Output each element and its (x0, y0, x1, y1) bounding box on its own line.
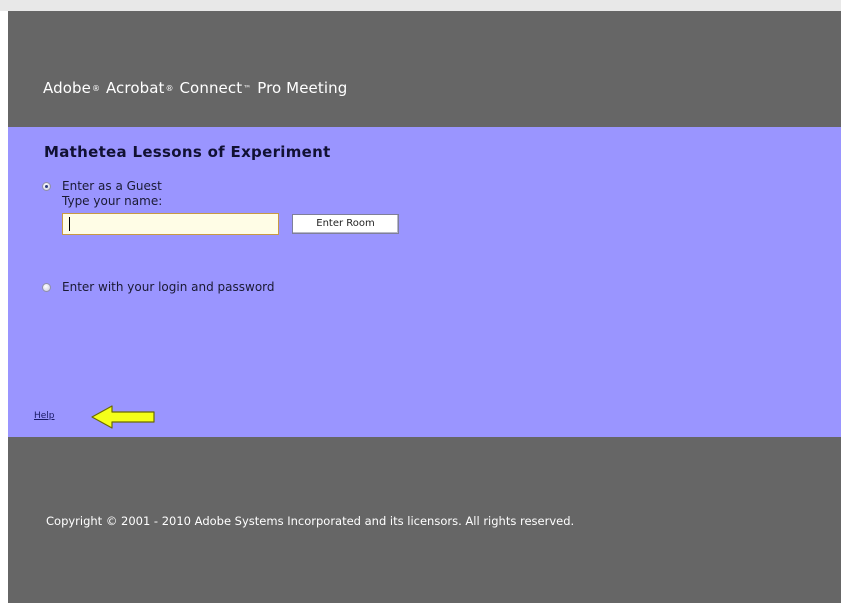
meeting-title: Mathetea Lessons of Experiment (44, 143, 331, 161)
brand-adobe: Adobe (43, 79, 91, 97)
login-radio[interactable] (42, 283, 51, 292)
brand-connect: Connect (179, 79, 243, 97)
registered-mark: ® (165, 84, 174, 93)
name-prompt-label: Type your name: (62, 194, 163, 208)
guest-option-label[interactable]: Enter as a Guest (62, 179, 162, 193)
registered-mark: ® (91, 84, 101, 93)
brand-title: Adobe® Acrobat® Connect™ Pro Meeting (43, 79, 347, 97)
header-bar: Adobe® Acrobat® Connect™ Pro Meeting (8, 11, 841, 127)
login-panel: Mathetea Lessons of Experiment Enter as … (8, 127, 841, 437)
copyright-text: Copyright © 2001 - 2010 Adobe Systems In… (46, 514, 575, 528)
brand-acrobat: Acrobat (105, 79, 165, 97)
trademark-mark: ™ (243, 84, 252, 93)
brand-pro-meeting: Pro Meeting (257, 79, 348, 97)
text-caret (69, 217, 70, 231)
top-strip (0, 0, 841, 11)
guest-radio[interactable] (42, 182, 51, 191)
enter-room-button[interactable]: Enter Room (292, 214, 399, 234)
help-link[interactable]: Help (34, 411, 55, 421)
left-strip (0, 11, 8, 603)
annotation-arrow-icon (91, 405, 155, 429)
guest-name-input[interactable] (62, 213, 279, 235)
footer-bar: Copyright © 2001 - 2010 Adobe Systems In… (8, 437, 841, 603)
login-option-label[interactable]: Enter with your login and password (62, 280, 275, 294)
